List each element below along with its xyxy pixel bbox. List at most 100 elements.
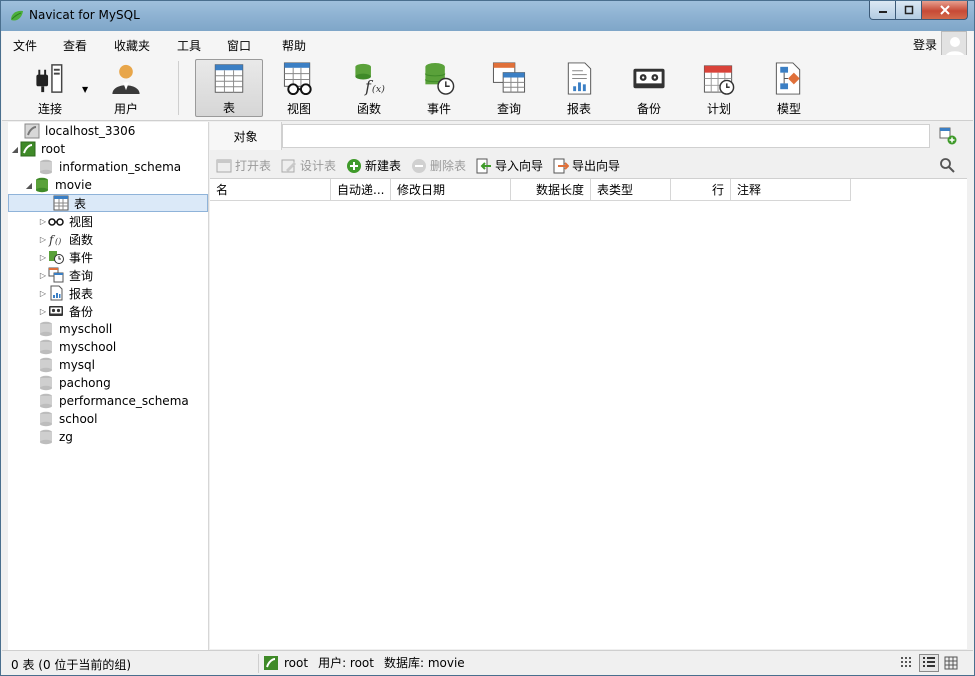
connect-icon bbox=[36, 64, 63, 93]
menu-view[interactable]: 查看 bbox=[63, 37, 87, 54]
user-icon bbox=[112, 64, 140, 95]
toolbar-connect-button[interactable]: 连接 bbox=[16, 59, 84, 117]
tree-db-zg[interactable]: zg bbox=[28, 428, 73, 446]
import-icon bbox=[476, 158, 491, 173]
tree-label: myscholl bbox=[59, 322, 113, 336]
tree-movie-backups[interactable]: ▷ 备份 bbox=[38, 302, 93, 320]
object-list[interactable]: 名 自动递... 修改日期 数据长度 表类型 行 注释 bbox=[210, 178, 967, 649]
toolbar-query-button[interactable]: 查询 bbox=[475, 59, 543, 117]
import-wizard-button[interactable]: 导入向导 bbox=[476, 157, 543, 174]
backup-icon bbox=[633, 68, 665, 89]
tree-collapsed-arrow-icon[interactable]: ▷ bbox=[38, 235, 48, 244]
menu-help[interactable]: 帮助 bbox=[282, 37, 306, 54]
svg-text:(): () bbox=[55, 237, 61, 246]
menu-favorites[interactable]: 收藏夹 bbox=[114, 37, 150, 54]
database-icon bbox=[40, 339, 52, 355]
database-open-icon bbox=[36, 177, 48, 193]
tree-collapsed-arrow-icon[interactable]: ▷ bbox=[38, 253, 48, 262]
tree-movie-reports[interactable]: ▷ 报表 bbox=[38, 284, 93, 302]
tree-db-myschool[interactable]: myschool bbox=[28, 338, 116, 356]
tree-db-information-schema[interactable]: information_schema bbox=[28, 158, 181, 176]
delete-table-button[interactable]: 删除表 bbox=[411, 157, 466, 174]
object-action-bar: 打开表 设计表 新建表 删除表 导入向导 导出向导 bbox=[210, 152, 967, 178]
toolbar-backup-button[interactable]: 备份 bbox=[615, 59, 683, 117]
toolbar-event-button[interactable]: 事件 bbox=[405, 59, 473, 117]
column-header-comment[interactable]: 注释 bbox=[731, 179, 851, 201]
connection-active-icon bbox=[264, 655, 278, 670]
tree-db-mysql[interactable]: mysql bbox=[28, 356, 95, 374]
new-table-button[interactable]: 新建表 bbox=[346, 157, 401, 174]
tree-collapsed-arrow-icon[interactable]: ▷ bbox=[38, 289, 48, 298]
toolbar-model-button[interactable]: 模型 bbox=[755, 59, 823, 117]
query-icon bbox=[48, 267, 64, 283]
tree-label: pachong bbox=[59, 376, 111, 390]
tree-expanded-arrow-icon[interactable]: ◢ bbox=[24, 181, 34, 190]
close-button[interactable] bbox=[922, 1, 968, 20]
column-header-rows[interactable]: 行 bbox=[671, 179, 731, 201]
list-view-icon bbox=[923, 657, 935, 667]
tree-db-movie[interactable]: ◢ movie bbox=[24, 176, 92, 194]
design-table-button[interactable]: 设计表 bbox=[281, 157, 336, 174]
connection-active-icon bbox=[20, 141, 36, 157]
database-icon bbox=[40, 159, 52, 175]
export-icon bbox=[553, 158, 569, 173]
login-link[interactable]: 登录 bbox=[913, 36, 937, 53]
tree-collapsed-arrow-icon[interactable]: ▷ bbox=[38, 217, 48, 226]
connect-dropdown-arrow-icon[interactable]: ▼ bbox=[82, 85, 88, 94]
open-table-label: 打开表 bbox=[235, 159, 272, 173]
tree-label: 函数 bbox=[69, 232, 94, 247]
column-header-name[interactable]: 名 bbox=[210, 179, 331, 201]
schedule-icon bbox=[703, 65, 735, 95]
view-list-button[interactable] bbox=[919, 654, 939, 672]
avatar[interactable] bbox=[941, 31, 967, 57]
open-table-button[interactable]: 打开表 bbox=[216, 157, 271, 174]
tree-movie-functions[interactable]: ▷ f() 函数 bbox=[38, 230, 93, 248]
view-icons-button[interactable] bbox=[897, 654, 917, 672]
connection-tree[interactable]: localhost_3306 ◢ root information_schema… bbox=[8, 122, 209, 650]
toolbar-schedule-button[interactable]: 计划 bbox=[685, 59, 753, 117]
tree-db-school[interactable]: school bbox=[28, 410, 97, 428]
status-object-count: 0 表 (0 位于当前的组) bbox=[11, 658, 132, 672]
tree-db-performance-schema[interactable]: performance_schema bbox=[28, 392, 189, 410]
new-tab-icon[interactable] bbox=[939, 127, 957, 145]
minimize-button[interactable] bbox=[869, 1, 896, 20]
tree-connection-localhost[interactable]: localhost_3306 bbox=[14, 122, 135, 140]
view-details-button[interactable] bbox=[941, 654, 961, 672]
report-icon bbox=[567, 62, 592, 95]
tree-db-myscholl[interactable]: myscholl bbox=[28, 320, 112, 338]
tab-objects[interactable]: 对象 bbox=[210, 122, 282, 150]
tree-label: movie bbox=[55, 178, 92, 192]
menu-window[interactable]: 窗口 bbox=[227, 37, 251, 54]
tree-connection-root[interactable]: ◢ root bbox=[10, 140, 65, 158]
export-wizard-button[interactable]: 导出向导 bbox=[553, 157, 620, 174]
toolbar-user-button[interactable]: 用户 bbox=[92, 59, 160, 117]
tree-movie-tables[interactable]: 表 bbox=[8, 194, 208, 212]
column-header-auto-increment[interactable]: 自动递... bbox=[331, 179, 391, 201]
user-silhouette-icon bbox=[945, 37, 965, 56]
column-header-data-length[interactable]: 数据长度 bbox=[511, 179, 591, 201]
tree-movie-views[interactable]: ▷ 视图 bbox=[38, 212, 93, 230]
tree-db-pachong[interactable]: pachong bbox=[28, 374, 111, 392]
toolbar-report-button[interactable]: 报表 bbox=[545, 59, 613, 117]
column-header-table-type[interactable]: 表类型 bbox=[591, 179, 671, 201]
toolbar-view-button[interactable]: 视图 bbox=[265, 59, 333, 117]
tree-label: root bbox=[41, 142, 66, 156]
tree-collapsed-arrow-icon[interactable]: ▷ bbox=[38, 271, 48, 280]
title-bar[interactable]: Navicat for MySQL bbox=[1, 1, 974, 31]
menu-file[interactable]: 文件 bbox=[13, 37, 37, 54]
toolbar-function-button[interactable]: f (x) 函数 bbox=[335, 59, 403, 117]
menu-tools[interactable]: 工具 bbox=[177, 37, 201, 54]
toolbar-model-label: 模型 bbox=[776, 102, 801, 116]
svg-text:(x): (x) bbox=[372, 84, 385, 95]
search-icon[interactable] bbox=[939, 157, 955, 173]
tree-collapsed-arrow-icon[interactable]: ▷ bbox=[38, 307, 48, 316]
toolbar-table-button[interactable]: 表 bbox=[195, 59, 263, 117]
tree-movie-queries[interactable]: ▷ 查询 bbox=[38, 266, 93, 284]
tree-movie-events[interactable]: ▷ 事件 bbox=[38, 248, 93, 266]
toolbar-schedule-label: 计划 bbox=[706, 102, 731, 116]
maximize-button[interactable] bbox=[896, 1, 922, 20]
column-header-modified-date[interactable]: 修改日期 bbox=[391, 179, 511, 201]
status-divider bbox=[258, 654, 259, 673]
table-icon bbox=[53, 195, 69, 211]
tree-expanded-arrow-icon[interactable]: ◢ bbox=[10, 145, 20, 154]
